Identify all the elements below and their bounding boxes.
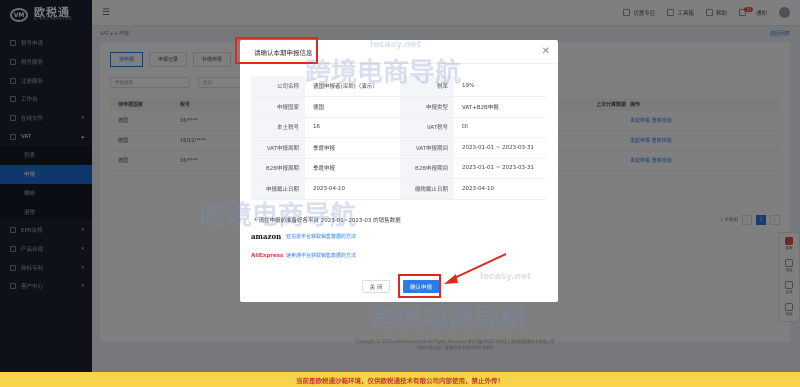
amazon-guide: amazon 亚马逊平台获取销售数据的方法	[251, 232, 356, 241]
info-row: VAT申报周期 季度申报 VAT申报期间 2023-01-01 ~ 2023-03-…	[251, 137, 546, 159]
close-icon[interactable]: ✕	[542, 46, 550, 57]
close-button[interactable]: 关 闭	[362, 280, 390, 293]
sales-data-notice: * 请在申报前准备好各平台 2023-01~2023-03 的销售数据	[254, 218, 401, 224]
info-row: B2B申报周期 季度申报 B2B申报期间 2023-01-01 ~ 2023-03-…	[251, 158, 546, 179]
highlight-box-confirm	[398, 274, 441, 298]
amazon-logo: amazon	[251, 232, 282, 241]
info-row: 本土税号 16 VAT税号 DI	[251, 117, 546, 138]
sandbox-warning-bar: 当前是欧税通沙箱环境，仅供欧税通技术有限公司内部使用，禁止外传！	[0, 372, 800, 387]
annotation-arrow-icon	[444, 253, 507, 284]
highlight-box-title	[235, 37, 318, 64]
declare-info-table: 公司名称 德国申报者(深圳)（演示） 税率 19% 申报国家 德国 申报类型 VAT+B…	[251, 76, 546, 200]
info-row: 公司名称 德国申报者(深圳)（演示） 税率 19%	[251, 76, 546, 97]
info-row: 申报国家 德国 申报类型 VAT+B2B申报	[251, 96, 546, 118]
info-row: 申报截止日期 2023-04-10 缴税截止日期 2023-04-10	[251, 178, 546, 200]
confirm-modal: 请确认本期申报信息 ✕ 公司名称 德国申报者(深圳)（演示） 税率 19% 申报国家…	[240, 40, 558, 302]
aliexpress-logo: AliExpress	[251, 252, 284, 259]
aliexpress-guide-link[interactable]: 速卖通平台获取销售数据的方法	[286, 252, 356, 259]
aliexpress-guide: AliExpress 速卖通平台获取销售数据的方法	[251, 252, 356, 260]
amazon-guide-link[interactable]: 亚马逊平台获取销售数据的方法	[286, 233, 356, 240]
